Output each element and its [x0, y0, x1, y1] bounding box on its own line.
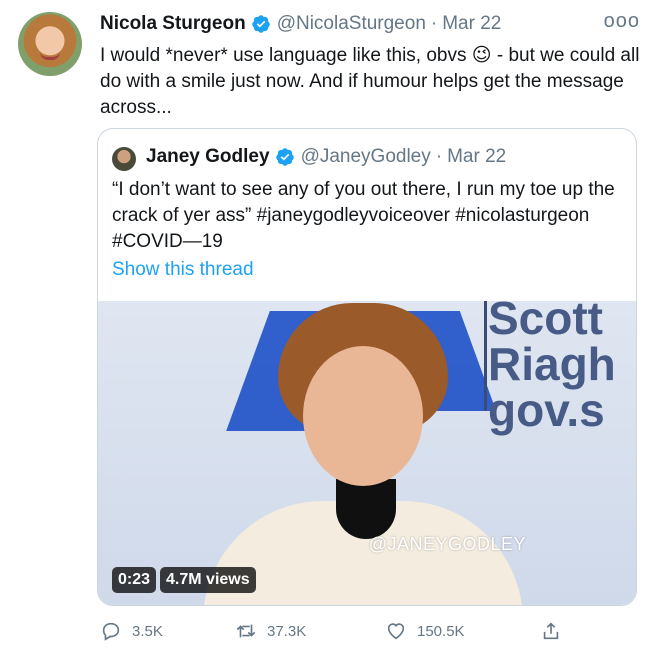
heart-icon	[387, 623, 405, 640]
share-icon	[543, 622, 559, 640]
background-sign-text: Scott Riagh gov.s	[488, 301, 616, 436]
quoted-author-avatar[interactable]	[112, 147, 136, 171]
reply-count: 3.5K	[132, 622, 163, 640]
retweet-count: 37.3K	[267, 622, 307, 640]
reply-button[interactable]: 3.5K	[100, 620, 163, 642]
retweet-icon	[236, 624, 256, 638]
quoted-author-name[interactable]: Janey Godley	[146, 146, 270, 168]
video-subject-top	[336, 479, 396, 539]
quoted-tweet-date[interactable]: Mar 22	[447, 146, 506, 168]
author-avatar[interactable]	[18, 12, 82, 76]
like-count: 150.5K	[417, 622, 465, 640]
separator-dot: ·	[430, 13, 438, 34]
tweet-actions: 3.5K 37.3K 150.5K	[100, 620, 640, 646]
show-thread-link[interactable]: Show this thread	[112, 259, 254, 281]
video-subject-face	[303, 346, 423, 486]
quoted-author-handle[interactable]: @JaneyGodley	[301, 146, 431, 168]
quoted-tweet-text: “I don’t want to see any of you out ther…	[112, 179, 615, 252]
author-handle[interactable]: @NicolaSturgeon	[277, 13, 426, 35]
tweet-header: Nicola Sturgeon @NicolaSturgeon · Mar 22	[100, 13, 501, 35]
quoted-tweet[interactable]: Janey Godley @JaneyGodley · Mar 22 “I do…	[97, 128, 637, 606]
background-divider	[484, 301, 487, 411]
separator-dot: ·	[435, 146, 443, 167]
share-button[interactable]	[540, 620, 562, 642]
video-player[interactable]: Scott Riagh gov.s @JANEYGODLEY 0:23 4.7M v…	[98, 301, 636, 605]
more-options-icon[interactable]: ooo	[604, 10, 640, 33]
quoted-tweet-header: Janey Godley @JaneyGodley · Mar 22	[146, 146, 506, 168]
retweet-button[interactable]: 37.3K	[235, 620, 306, 642]
verified-badge-icon	[275, 148, 294, 166]
video-watermark: @JANEYGODLEY	[368, 534, 526, 554]
video-views: 4.7M views	[160, 567, 256, 593]
tweet-date[interactable]: Mar 22	[442, 13, 501, 35]
tweet-text: I would *never* use language like this, …	[100, 45, 640, 118]
verified-badge-icon	[251, 15, 270, 33]
like-button[interactable]: 150.5K	[385, 620, 465, 642]
reply-icon	[102, 622, 120, 641]
author-name[interactable]: Nicola Sturgeon	[100, 13, 246, 35]
video-duration: 0:23	[112, 567, 157, 593]
video-badges: 0:23 4.7M views	[112, 567, 256, 593]
